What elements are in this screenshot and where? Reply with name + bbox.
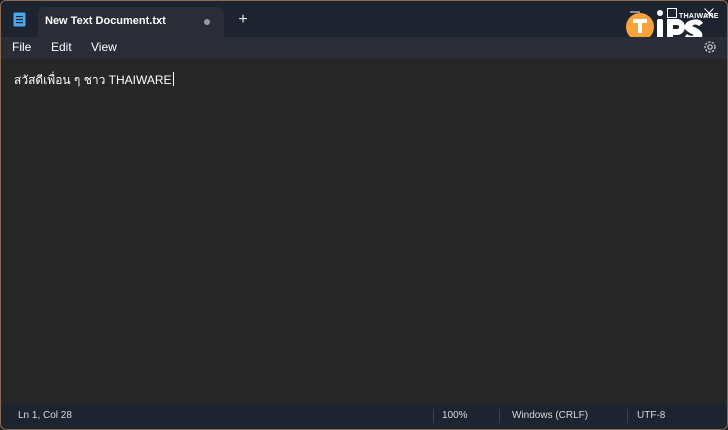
notepad-app-icon xyxy=(13,12,26,27)
gear-icon[interactable] xyxy=(702,39,718,55)
text-caret xyxy=(172,72,174,86)
menu-edit[interactable]: Edit xyxy=(49,40,74,54)
encoding[interactable]: UTF-8 xyxy=(637,410,665,421)
tab-title: New Text Document.txt xyxy=(45,15,166,27)
text-editor[interactable]: สวัสดีเพื่อน ๆ ชาว THAIWARE xyxy=(1,59,727,404)
document-tab[interactable]: New Text Document.txt xyxy=(38,7,224,37)
line-ending[interactable]: Windows (CRLF) xyxy=(512,410,588,421)
title-bar[interactable]: New Text Document.txt + xyxy=(1,1,727,37)
status-separator xyxy=(499,409,500,423)
editor-content[interactable]: สวัสดีเพื่อน ๆ ชาว THAIWARE xyxy=(14,71,174,90)
status-separator xyxy=(433,409,434,423)
cursor-position: Ln 1, Col 28 xyxy=(18,410,72,421)
zoom-level[interactable]: 100% xyxy=(442,410,468,421)
menu-file[interactable]: File xyxy=(10,40,33,54)
editor-text-line: สวัสดีเพื่อน ๆ ชาว THAIWARE xyxy=(14,73,172,87)
new-tab-button[interactable]: + xyxy=(234,11,252,29)
menu-bar: File Edit View xyxy=(1,37,727,59)
menu-view[interactable]: View xyxy=(89,40,119,54)
logo-brand-text: THAIWARE xyxy=(679,13,719,20)
status-bar: Ln 1, Col 28 100% Windows (CRLF) UTF-8 xyxy=(1,404,727,429)
notepad-window: New Text Document.txt + THAIWARE File Ed… xyxy=(0,0,728,430)
status-separator xyxy=(627,409,628,423)
unsaved-indicator-icon[interactable] xyxy=(204,19,210,25)
